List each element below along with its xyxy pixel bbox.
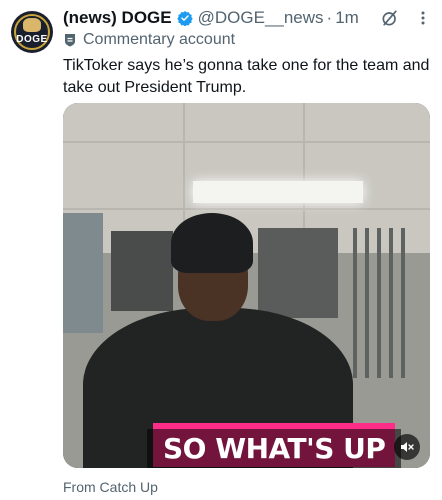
account-label-text: Commentary account (83, 31, 236, 48)
video-caption-text: SO WHAT'S UP (147, 429, 402, 468)
video-ceiling-light (193, 181, 363, 203)
commentary-badge-icon (65, 34, 75, 47)
video-caption: SO WHAT'S UP (147, 423, 402, 468)
volume-muted-icon (401, 442, 414, 452)
handle[interactable]: @DOGE__news (198, 8, 324, 28)
avatar-dog-shape (23, 18, 41, 32)
video-panel (111, 231, 173, 311)
account-label[interactable]: Commentary account (63, 31, 235, 49)
video-person-beanie (171, 213, 253, 273)
verified-badge-icon[interactable] (176, 10, 193, 26)
source-label[interactable]: From Catch Up (63, 479, 158, 495)
video-cabinet (258, 228, 338, 318)
grok-icon[interactable] (380, 8, 400, 28)
avatar[interactable]: DOGE (11, 11, 53, 53)
timestamp[interactable]: 1m (335, 8, 359, 28)
display-name[interactable]: (news) DOGE (63, 8, 172, 28)
video-pipes (353, 228, 413, 378)
video-shelf (63, 213, 103, 333)
avatar-logo-text: DOGE (16, 34, 48, 45)
mute-button[interactable] (394, 434, 420, 460)
tweet-text: TikToker says he’s gonna take one for th… (63, 57, 430, 96)
more-icon[interactable] (415, 10, 431, 26)
separator-dot: · (326, 8, 333, 27)
tweet-header: (news) DOGE @DOGE__news · 1m (63, 8, 359, 28)
video-player[interactable]: SO WHAT'S UP (63, 103, 430, 468)
video-ceiling-line (63, 141, 430, 143)
video-ceiling-line (63, 208, 430, 210)
